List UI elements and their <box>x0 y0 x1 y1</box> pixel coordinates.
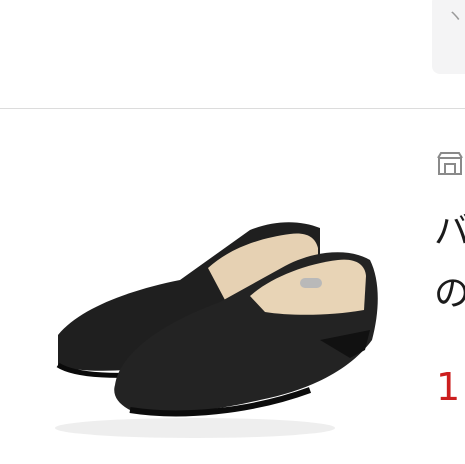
product-price: 1 <box>436 365 461 409</box>
top-action-label: ヽ <box>446 6 464 27</box>
product-image[interactable] <box>20 190 400 450</box>
top-action-button[interactable]: ヽ <box>432 0 465 74</box>
section-divider <box>0 108 465 109</box>
store-icon[interactable] <box>436 150 464 178</box>
top-bar: ヽ <box>0 0 465 108</box>
product-title-line-2: の <box>434 273 465 314</box>
product-title-line-1: バ <box>434 211 465 252</box>
